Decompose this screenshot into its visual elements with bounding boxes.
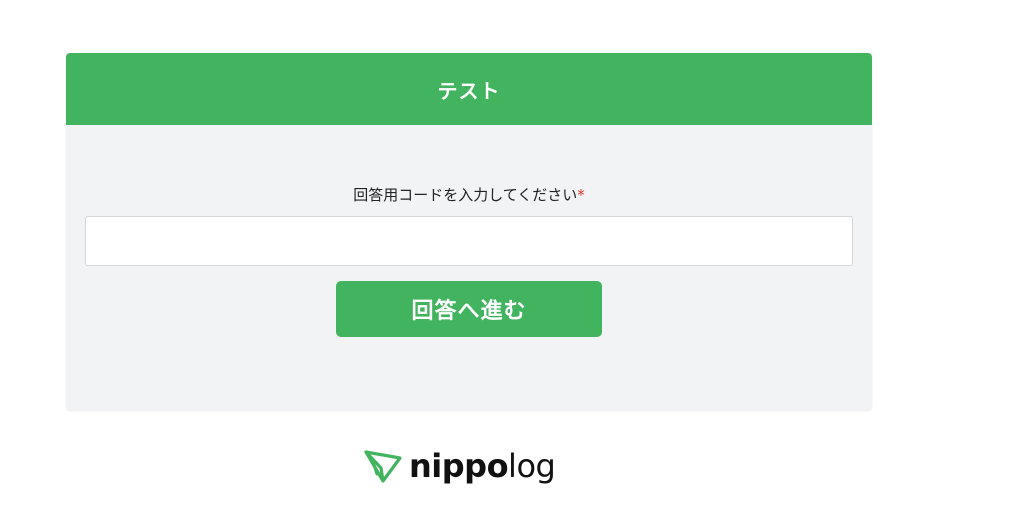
logo-wordmark-light: log — [508, 447, 556, 485]
code-field-label: 回答用コードを入力してください* — [66, 184, 872, 205]
answer-form-card: テスト 回答用コードを入力してください* 回答へ進む — [66, 53, 872, 410]
logo-wordmark: nippolog — [409, 446, 556, 486]
proceed-to-answer-button[interactable]: 回答へ進む — [336, 281, 602, 337]
form-header: テスト — [66, 53, 872, 125]
form-title: テスト — [437, 78, 501, 103]
nippolog-logo: nippolog — [363, 443, 556, 489]
paper-plane-icon — [363, 446, 403, 486]
answer-code-input[interactable] — [85, 216, 853, 266]
code-field-label-text: 回答用コードを入力してください — [353, 186, 578, 204]
required-mark: * — [577, 186, 585, 204]
logo-wordmark-bold: nippo — [409, 447, 509, 485]
